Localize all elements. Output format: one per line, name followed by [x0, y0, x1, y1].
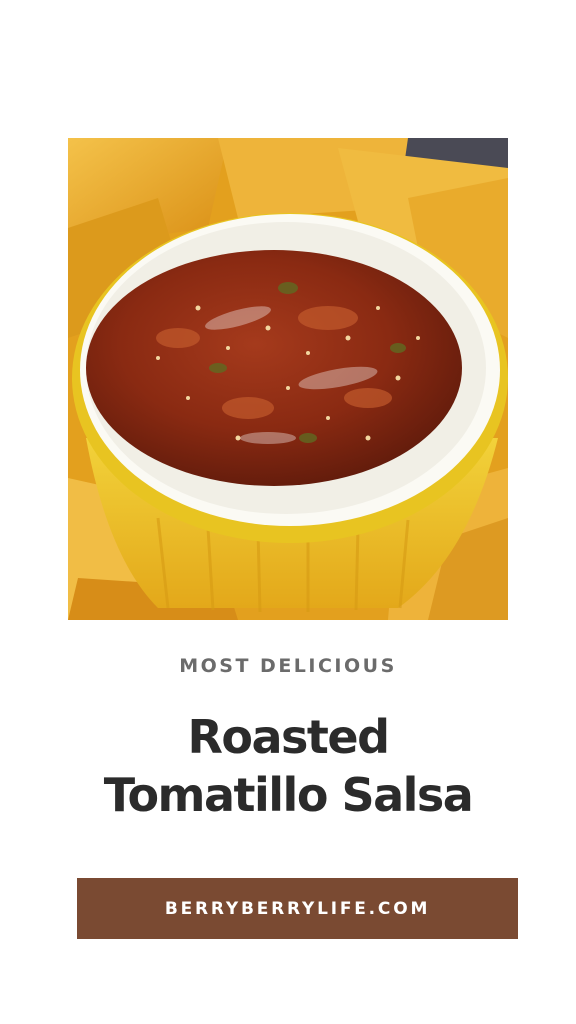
- eyebrow-label: MOST DELICIOUS: [179, 655, 397, 677]
- website-link-button[interactable]: BERRYBERRYLIFE.COM: [77, 878, 518, 939]
- salsa-photo: [68, 138, 508, 620]
- recipe-title-line-2: Tomatillo Salsa: [103, 768, 474, 822]
- recipe-title-line-1: Roasted: [187, 710, 390, 764]
- recipe-title: Roasted Tomatillo Salsa: [0, 708, 576, 824]
- website-url: BERRYBERRYLIFE.COM: [164, 898, 431, 919]
